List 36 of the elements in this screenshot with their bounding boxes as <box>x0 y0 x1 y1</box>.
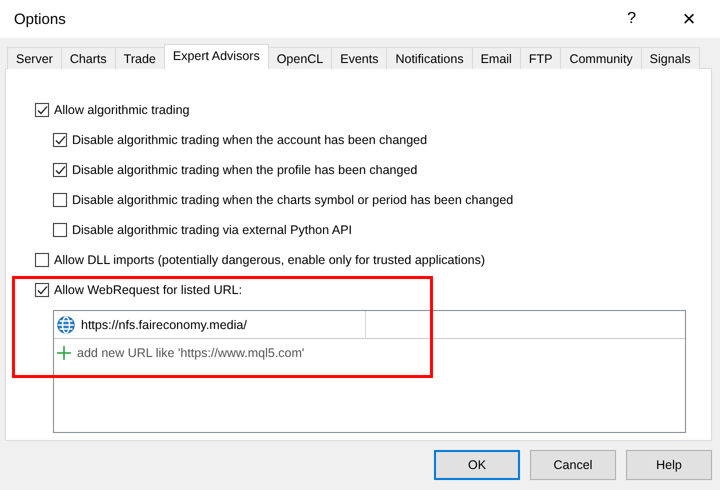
checkbox[interactable] <box>35 103 49 117</box>
checkbox-label: Allow WebRequest for listed URL: <box>54 283 242 297</box>
checkbox[interactable] <box>53 223 67 237</box>
tab[interactable]: Notifications <box>386 47 473 69</box>
checkbox[interactable] <box>53 163 67 177</box>
checkbox[interactable] <box>35 283 49 297</box>
checkbox[interactable] <box>53 193 67 207</box>
plus-icon <box>57 346 71 360</box>
tab[interactable]: Email <box>472 47 521 69</box>
tab[interactable]: Charts <box>60 47 116 69</box>
url-list[interactable]: https://nfs.faireconomy.media/ add new URL like 'https://www.mql5.com' <box>53 310 686 433</box>
checkbox-label: Disable algorithmic trading when the profile has been changed <box>72 163 418 177</box>
dialog-button[interactable]: Cancel <box>530 450 616 480</box>
checkbox[interactable] <box>35 253 49 267</box>
tab[interactable]: FTP <box>520 47 562 69</box>
checkbox-label: Allow DLL imports (potentially dangerous, enable only for trusted applications) <box>54 253 486 267</box>
window-title: Options <box>14 10 67 28</box>
tab[interactable]: Community <box>560 47 642 69</box>
tab[interactable]: Expert Advisors <box>164 44 269 69</box>
help-button[interactable]: ? <box>627 10 636 28</box>
dialog-button[interactable]: OK <box>434 450 520 480</box>
dialog-button[interactable]: Help <box>626 450 712 480</box>
url-text[interactable]: https://nfs.faireconomy.media/ <box>81 318 247 332</box>
close-button[interactable]: × <box>678 6 700 32</box>
add-url-placeholder[interactable]: add new URL like 'https://www.mql5.com' <box>77 346 304 360</box>
checkbox-label: Allow algorithmic trading <box>54 103 190 117</box>
checkbox[interactable] <box>53 133 67 147</box>
tab[interactable]: Events <box>331 47 388 69</box>
checkbox-label: Disable algorithmic trading via external Python API <box>72 223 352 237</box>
tab[interactable]: OpenCL <box>268 47 332 69</box>
checkbox-label: Disable algorithmic trading when the charts symbol or period has been changed <box>72 193 514 207</box>
tab[interactable]: Trade <box>114 47 165 69</box>
checkbox-label: Disable algorithmic trading when the account has been changed <box>72 133 428 147</box>
globe-icon <box>57 316 75 334</box>
tab[interactable]: Server <box>7 47 62 69</box>
tab[interactable]: Signals <box>640 47 700 69</box>
